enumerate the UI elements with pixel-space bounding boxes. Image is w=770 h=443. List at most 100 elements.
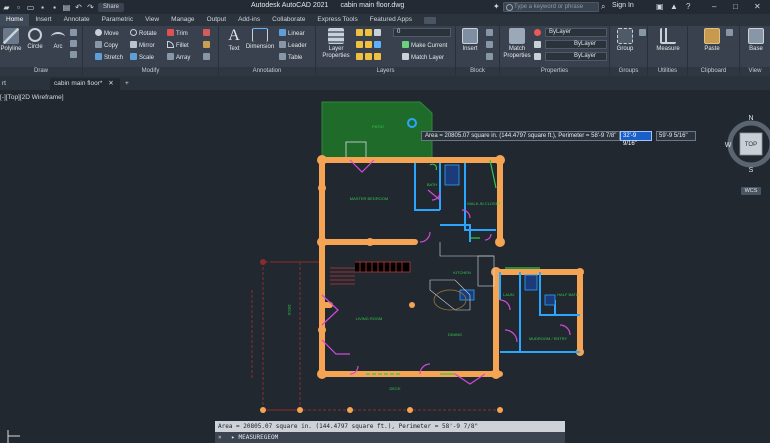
layer-tools-row-2[interactable] — [356, 41, 383, 49]
group-tool-1[interactable] — [639, 29, 648, 37]
linetype-icon[interactable] — [534, 53, 543, 61]
tab-add-ins[interactable]: Add-ins — [232, 14, 266, 26]
command-close-icon[interactable]: × — [218, 434, 222, 441]
sign-in-button[interactable]: Sign In — [612, 2, 634, 9]
utilities-panel-title[interactable]: Utilities — [648, 67, 687, 76]
trim-tool[interactable]: Trim — [167, 29, 188, 37]
block-tool-1[interactable] — [486, 29, 495, 37]
tab-annotate[interactable]: Annotate — [58, 14, 96, 26]
dynamic-input-field-2[interactable]: 59'-9 5/16" — [656, 131, 696, 141]
autodesk-a360-icon[interactable]: ▲ — [670, 2, 678, 11]
dynamic-input-field-1[interactable]: 32'-9 9/16" — [620, 131, 652, 147]
modify-panel-title[interactable]: Modify — [83, 67, 218, 76]
command-line[interactable]: × ▸ MEASUREGEOM — [215, 432, 565, 443]
info-icon[interactable]: ✦ — [493, 2, 500, 11]
minimize-icon[interactable]: – — [712, 2, 716, 11]
new-icon[interactable]: ▫ — [14, 3, 23, 12]
clipboard-panel-title[interactable]: Clipboard — [688, 67, 739, 76]
offset-tool[interactable] — [203, 53, 212, 61]
help-icon[interactable]: ? — [686, 2, 690, 11]
tab-express-tools[interactable]: Express Tools — [311, 14, 363, 26]
save-icon[interactable]: ▪ — [38, 3, 47, 12]
undo-icon[interactable]: ↶ — [74, 3, 83, 12]
cart-icon[interactable]: ▣ — [656, 2, 664, 11]
tab-home[interactable]: Home — [0, 14, 30, 26]
wcs-menu[interactable]: WCS — [741, 187, 761, 195]
insert-tool[interactable]: Insert — [458, 28, 482, 52]
tab-parametric[interactable]: Parametric — [96, 14, 139, 26]
block-panel-title[interactable]: Block — [456, 67, 499, 76]
properties-panel-title[interactable]: Properties — [500, 67, 609, 76]
color-dropdown[interactable]: ByLayer — [545, 28, 607, 37]
viewport-controls[interactable]: [-][Top][2D Wireframe] — [0, 94, 64, 101]
close-tab-icon[interactable]: ✕ — [108, 80, 113, 87]
linear-tool[interactable]: Linear — [279, 29, 305, 37]
explode-tool[interactable] — [203, 41, 212, 49]
draw-extra-1[interactable] — [70, 29, 79, 37]
polyline-tool[interactable]: Polyline — [0, 28, 22, 52]
annotation-panel-title[interactable]: Annotation — [219, 67, 315, 76]
draw-extra-3[interactable] — [70, 51, 79, 59]
tab-manage[interactable]: Manage — [165, 14, 201, 26]
layer-properties-tool[interactable]: Layer Properties — [319, 28, 353, 60]
groups-panel-title[interactable]: Groups — [610, 67, 647, 76]
match-layer-button[interactable]: Match Layer — [402, 53, 444, 61]
block-tool-3[interactable] — [486, 53, 495, 61]
app-menu-icon[interactable]: ▰ — [2, 3, 11, 12]
cut-icon[interactable] — [726, 29, 735, 37]
share-button[interactable]: Share — [98, 2, 124, 12]
tab-featured-apps[interactable]: Featured Apps — [364, 14, 418, 26]
measure-tool[interactable]: Measure — [652, 28, 684, 52]
drawing-canvas[interactable]: PATIO MASTER BEDROOM BATH WALK-IN CLOSET… — [0, 90, 770, 443]
fillet-tool[interactable]: Fillet — [167, 41, 189, 49]
dimension-tool[interactable]: Dimension — [245, 28, 275, 50]
erase-tool[interactable] — [203, 29, 212, 37]
lineweight-icon[interactable] — [534, 41, 543, 49]
layer-dropdown[interactable]: 0 — [393, 28, 451, 37]
color-swatch-icon[interactable] — [534, 29, 543, 37]
copy-tool[interactable]: Copy — [95, 41, 118, 49]
close-icon[interactable]: ✕ — [754, 2, 761, 11]
search-input[interactable]: Type a keyword or phrase — [503, 2, 599, 12]
linetype-dropdown[interactable]: ByLayer — [545, 52, 607, 61]
base-view-tool[interactable]: Base — [744, 28, 768, 52]
make-current-button[interactable]: Make Current — [402, 41, 447, 49]
leader-tool[interactable]: Leader — [279, 41, 307, 49]
mirror-tool[interactable]: Mirror — [130, 41, 155, 49]
file-tab-cabin[interactable]: cabin main floor* ✕ — [50, 78, 120, 90]
layers-panel-title[interactable]: Layers — [316, 67, 455, 76]
lineweight-dropdown[interactable]: ByLayer — [545, 40, 607, 49]
label-deck-left: DECK — [287, 304, 292, 315]
ribbon-options-icon[interactable] — [424, 16, 436, 24]
array-tool[interactable]: Array — [167, 53, 190, 61]
layer-tools-row-1[interactable] — [356, 29, 383, 37]
tab-view[interactable]: View — [139, 14, 165, 26]
circle-tool[interactable]: Circle — [25, 28, 45, 50]
maximize-icon[interactable]: □ — [733, 2, 738, 11]
move-tool[interactable]: Move — [95, 29, 119, 37]
table-tool[interactable]: Table — [279, 53, 302, 61]
view-panel-title[interactable]: View — [740, 67, 770, 76]
layer-tools-row-3[interactable] — [356, 53, 383, 61]
text-tool[interactable]: A Text — [223, 28, 245, 53]
save-as-icon[interactable]: ▪ — [50, 3, 59, 12]
paste-tool[interactable]: Paste — [700, 28, 724, 52]
redo-icon[interactable]: ↷ — [86, 3, 95, 12]
draw-extra-2[interactable] — [70, 40, 79, 48]
block-tool-2[interactable] — [486, 41, 495, 49]
rotate-tool[interactable]: Rotate — [130, 29, 157, 37]
match-properties-tool[interactable]: Match Properties — [502, 28, 532, 60]
draw-panel-title[interactable]: Draw — [0, 67, 82, 76]
group-tool[interactable]: Group — [614, 28, 636, 52]
plot-icon[interactable]: ▤ — [62, 3, 71, 12]
viewcube[interactable]: TOP N W S — [723, 112, 770, 174]
start-tab[interactable]: rt — [0, 78, 10, 90]
open-icon[interactable]: ▭ — [26, 3, 35, 12]
scale-tool[interactable]: Scale — [130, 53, 154, 61]
tab-output[interactable]: Output — [201, 14, 233, 26]
tab-collaborate[interactable]: Collaborate — [266, 14, 311, 26]
tab-insert[interactable]: Insert — [29, 14, 57, 26]
arc-tool[interactable]: Arc — [48, 28, 68, 50]
new-tab-button[interactable]: + — [121, 78, 133, 90]
stretch-tool[interactable]: Stretch — [95, 53, 123, 61]
